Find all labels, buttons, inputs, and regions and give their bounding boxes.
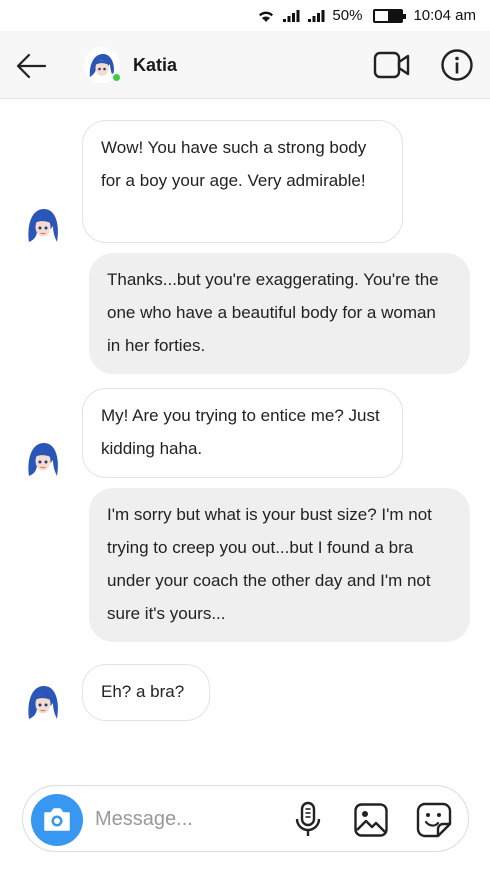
contact-avatar — [28, 208, 58, 242]
signal-icon — [282, 9, 300, 23]
contact-name[interactable]: Katia — [133, 55, 177, 76]
incoming-message[interactable]: Wow! You have such a strong body for a b… — [82, 120, 403, 243]
gallery-button[interactable] — [353, 802, 389, 838]
outgoing-message[interactable]: I'm sorry but what is your bust size? I'… — [89, 488, 470, 642]
video-call-button[interactable] — [373, 49, 411, 81]
image-icon — [354, 803, 388, 837]
sticker-button[interactable] — [415, 801, 453, 839]
battery-icon — [369, 8, 407, 23]
chat-header: Katia — [0, 31, 490, 99]
camera-icon — [44, 808, 70, 831]
signal-icon — [307, 9, 325, 23]
message-composer — [22, 785, 469, 852]
sticker-icon — [416, 802, 452, 838]
battery-percent: 50% — [332, 7, 363, 24]
clock: 10:04 am — [413, 7, 476, 24]
online-status-dot — [111, 72, 122, 83]
incoming-message[interactable]: Eh? a bra? — [82, 664, 210, 721]
info-button[interactable] — [440, 48, 474, 82]
outgoing-message[interactable]: Thanks...but you're exaggerating. You're… — [89, 253, 470, 374]
message-input[interactable] — [95, 800, 285, 838]
video-camera-icon — [373, 51, 410, 79]
camera-button[interactable] — [31, 794, 83, 846]
microphone-icon — [295, 801, 321, 836]
wifi-icon — [257, 9, 275, 23]
contact-avatar — [28, 685, 58, 719]
info-icon — [441, 49, 473, 81]
back-button[interactable] — [14, 49, 48, 83]
status-bar: 50% 10:04 am — [0, 0, 490, 31]
contact-avatar[interactable] — [84, 47, 122, 83]
voice-message-button[interactable] — [293, 801, 323, 839]
arrow-left-icon — [16, 53, 47, 79]
incoming-message[interactable]: My! Are you trying to entice me? Just ki… — [82, 388, 403, 478]
contact-avatar — [28, 442, 58, 476]
